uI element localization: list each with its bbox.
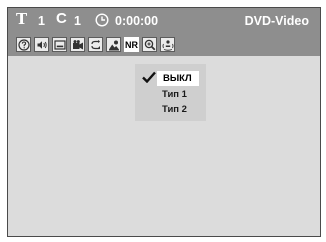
title-label: T (16, 10, 28, 28)
chapter-label: C (56, 10, 67, 27)
nr-option-type-1[interactable]: Тип 1 (135, 87, 206, 102)
picture-icon[interactable] (106, 37, 121, 52)
disc-type: DVD-Video (244, 14, 309, 28)
surround-icon[interactable] (160, 37, 175, 52)
chapter-number: 1 (74, 14, 81, 28)
nr-option-label: ВЫКЛ (157, 71, 199, 86)
angle-icon[interactable] (70, 37, 85, 52)
checkmark-icon (142, 71, 156, 88)
nr-option-label: Тип 2 (162, 104, 187, 115)
nr-option-type-2[interactable]: Тип 2 (135, 102, 206, 117)
repeat-icon[interactable] (88, 37, 103, 52)
osd-screen: T 1 C 1 0:00:00 DVD-Video NR ВЫКЛ Тип 1 … (7, 7, 321, 237)
zoom-icon[interactable] (142, 37, 157, 52)
status-bar: T 1 C 1 0:00:00 DVD-Video (8, 8, 320, 34)
subtitle-icon[interactable] (52, 37, 67, 52)
nr-menu: ВЫКЛ Тип 1 Тип 2 (135, 64, 206, 121)
audio-icon[interactable] (34, 37, 49, 52)
help-icon[interactable] (16, 37, 31, 52)
function-icon-row: NR (8, 34, 320, 56)
clock-icon (95, 13, 109, 30)
nr-icon[interactable]: NR (124, 37, 139, 52)
nr-option-off[interactable]: ВЫКЛ (135, 71, 206, 86)
time-display: 0:00:00 (115, 14, 159, 28)
nr-option-label: Тип 1 (162, 89, 187, 100)
title-number: 1 (38, 14, 45, 28)
